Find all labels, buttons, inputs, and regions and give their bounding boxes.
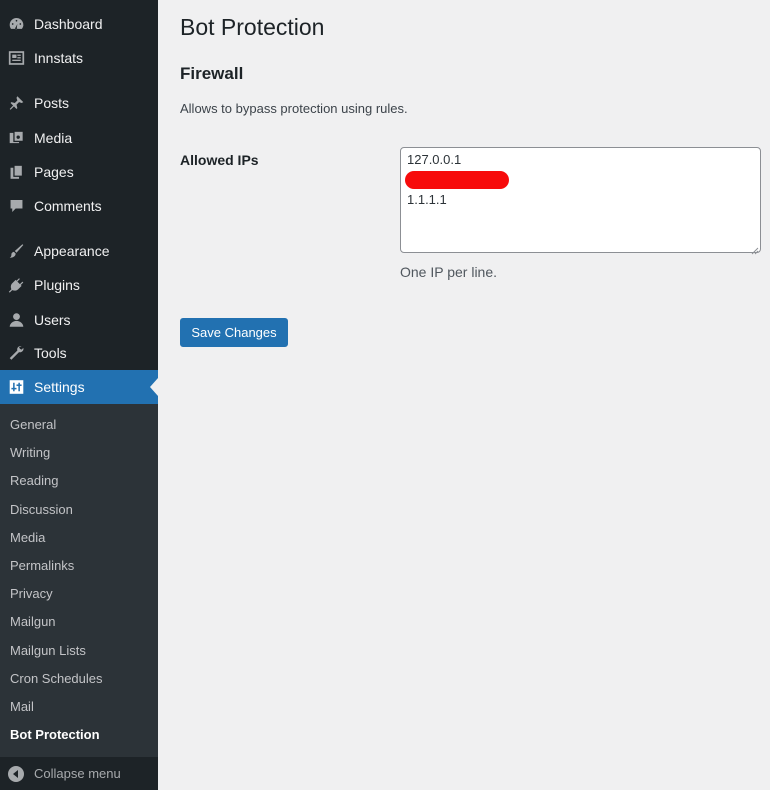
menu-item-users[interactable]: Users [0, 303, 158, 337]
menu-item-comments[interactable]: Comments [0, 189, 158, 223]
users-icon [8, 312, 25, 329]
submenu-discussion[interactable]: Discussion [10, 500, 73, 520]
submenu-reading[interactable]: Reading [10, 471, 58, 491]
menu-item-pages[interactable]: Pages [0, 155, 158, 189]
menu-item-posts[interactable]: Posts [0, 86, 158, 120]
settings-icon [8, 379, 25, 396]
menu-label-appearance: Appearance [34, 243, 110, 259]
submenu-writing[interactable]: Writing [10, 443, 50, 463]
submenu-bot-protection[interactable]: Bot Protection [10, 725, 100, 745]
menu-label-pages: Pages [34, 164, 74, 180]
menu-label-posts: Posts [34, 95, 70, 111]
admin-sidebar: Dashboard Innstats Posts Media Pages Com… [0, 0, 158, 790]
menu-label-dashboard: Dashboard [34, 16, 103, 32]
ip-line: 1.1.1.1 [407, 192, 447, 207]
media-icon [8, 130, 25, 147]
menu-label-settings: Settings [34, 379, 85, 395]
menu-item-innstats[interactable]: Innstats [0, 41, 158, 75]
submenu-media[interactable]: Media [10, 528, 45, 548]
save-changes-button[interactable]: Save Changes [180, 318, 288, 347]
comments-icon [8, 198, 25, 215]
ip-line: 127.0.0.1 [407, 152, 462, 167]
menu-label-media: Media [34, 130, 73, 146]
submenu-privacy[interactable]: Privacy [10, 584, 53, 604]
menu-item-plugins[interactable]: Plugins [0, 268, 158, 302]
submenu-mailgun-lists[interactable]: Mailgun Lists [10, 641, 86, 661]
menu-item-appearance[interactable]: Appearance [0, 234, 158, 268]
paintbrush-icon [8, 243, 25, 260]
submenu-mail[interactable]: Mail [10, 697, 34, 717]
dashboard-icon [8, 16, 25, 33]
menu-item-tools[interactable]: Tools [0, 336, 158, 370]
main-content: Bot Protection Firewall Allows to bypass… [158, 0, 770, 790]
section-description: Allows to bypass protection using rules. [180, 101, 408, 116]
menu-item-settings[interactable]: Settings [0, 370, 158, 404]
allowed-ips-label: Allowed IPs [180, 152, 259, 168]
allowed-ips-textarea[interactable]: 127.0.0.1 1.1.1.1 [400, 147, 761, 255]
menu-item-dashboard[interactable]: Dashboard [0, 7, 158, 41]
submenu-permalinks[interactable]: Permalinks [10, 556, 74, 576]
collapse-menu-button[interactable]: Collapse menu [0, 757, 158, 790]
redaction-mark [405, 171, 509, 189]
pages-icon [8, 164, 25, 181]
menu-label-innstats: Innstats [34, 50, 84, 66]
wrench-icon [8, 345, 25, 362]
pin-icon [8, 95, 25, 112]
menu-label-plugins: Plugins [34, 277, 80, 293]
page-title: Bot Protection [180, 14, 325, 40]
section-title: Firewall [180, 64, 244, 83]
field-help-text: One IP per line. [400, 264, 498, 280]
plugins-icon [8, 277, 25, 294]
settings-submenu: General Writing Reading Discussion Media… [0, 404, 158, 757]
menu-label-tools: Tools [34, 345, 67, 361]
menu-label-comments: Comments [34, 198, 102, 214]
collapse-menu-label: Collapse menu [34, 766, 121, 781]
collapse-arrow-icon [8, 765, 24, 782]
submenu-general[interactable]: General [10, 415, 56, 435]
stats-icon [8, 50, 25, 67]
submenu-mailgun[interactable]: Mailgun [10, 612, 56, 632]
menu-label-users: Users [34, 312, 71, 328]
resize-handle-icon[interactable] [751, 243, 759, 255]
submenu-cron-schedules[interactable]: Cron Schedules [10, 669, 103, 689]
menu-item-media[interactable]: Media [0, 121, 158, 155]
